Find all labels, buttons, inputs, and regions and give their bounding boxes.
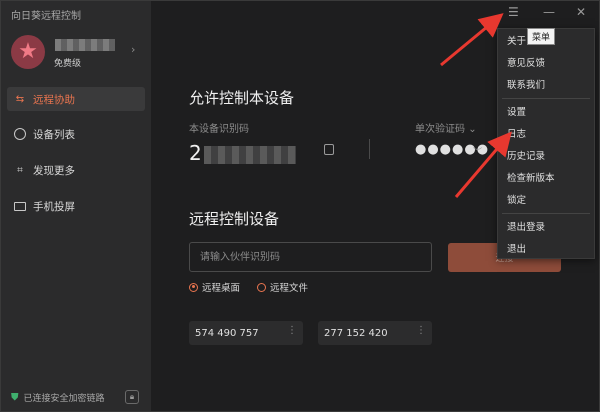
- avatar[interactable]: ★: [11, 35, 45, 69]
- radio-label: 远程桌面: [202, 283, 241, 294]
- radio-unselected-icon: [257, 282, 266, 292]
- allow-control-title: 允许控制本设备: [189, 89, 295, 107]
- minimize-button[interactable]: —: [543, 5, 555, 19]
- sidebar-item-remote-assist[interactable]: ⇆ 远程协助: [7, 87, 145, 111]
- device-id-label: 本设备识别码: [189, 124, 249, 135]
- menu-tooltip: 菜单: [527, 28, 556, 45]
- device-list-icon: [13, 127, 27, 141]
- radio-remote-file[interactable]: 远程文件: [257, 280, 308, 294]
- chevron-right-icon[interactable]: ›: [131, 43, 135, 56]
- menu-item-contact[interactable]: 联系我们: [498, 73, 594, 95]
- radio-selected-icon: [189, 282, 198, 292]
- sidebar-item-discover[interactable]: ⌗ 发现更多: [7, 158, 145, 182]
- sidebar-item-label: 设备列表: [33, 128, 75, 141]
- connection-status: ⛊ 已连接安全加密链路: [11, 391, 105, 404]
- sidebar-item-screen-cast[interactable]: 手机投屏: [7, 194, 145, 218]
- chevron-down-icon: ⌄: [468, 124, 477, 135]
- recent-device-id: 574 490 757: [195, 327, 259, 339]
- partner-id-input[interactable]: [189, 242, 432, 272]
- sidebar-item-label: 远程协助: [33, 93, 75, 106]
- discover-icon: ⌗: [17, 164, 23, 176]
- main-menu-dropdown: 关于 意见反馈 联系我们 设置 日志 历史记录 检查新版本 锁定 退出登录 退出: [497, 28, 595, 259]
- recent-device-1[interactable]: 574 490 757 ⋮: [189, 321, 303, 345]
- user-plan: 免费级: [54, 59, 82, 69]
- shield-icon: ⛊: [11, 392, 19, 403]
- lock-icon[interactable]: 🔒︎: [125, 390, 139, 404]
- menu-item-lock[interactable]: 锁定: [498, 188, 594, 210]
- eye-icon[interactable]: ︶: [473, 145, 482, 158]
- remote-control-title: 远程控制设备: [189, 210, 280, 228]
- app-title: 向日葵远程控制: [11, 11, 81, 22]
- connection-status-label: 已连接安全加密链路: [23, 394, 105, 404]
- verify-code-dropdown[interactable]: 单次验证码 ⌄: [415, 120, 477, 135]
- sidebar-item-label: 发现更多: [33, 164, 75, 177]
- menu-icon[interactable]: ☰: [508, 5, 519, 19]
- verify-code-label: 单次验证码: [415, 124, 465, 135]
- device-id-redacted: [203, 145, 296, 164]
- sidebar-item-device-list[interactable]: 设备列表: [7, 122, 145, 146]
- menu-item-logout[interactable]: 退出登录: [498, 215, 594, 237]
- recent-device-2[interactable]: 277 152 420 ⋮: [318, 321, 432, 345]
- menu-item-feedback[interactable]: 意见反馈: [498, 51, 594, 73]
- menu-item-log[interactable]: 日志: [498, 122, 594, 144]
- remote-assist-icon: ⇆: [15, 93, 25, 105]
- more-icon[interactable]: ⋮: [416, 325, 426, 336]
- more-icon[interactable]: ⋮: [287, 325, 297, 336]
- app-window: 向日葵远程控制 ★ 免费级 › ⇆ 远程协助 设备列表 ⌗ 发现更多 手机投屏 …: [0, 0, 600, 412]
- close-button[interactable]: ✕: [576, 5, 586, 19]
- menu-item-history[interactable]: 历史记录: [498, 144, 594, 166]
- divider: [369, 139, 370, 159]
- screen-cast-icon: [13, 199, 27, 213]
- copy-icon[interactable]: [324, 144, 334, 155]
- menu-divider: [502, 98, 590, 99]
- user-name-redacted: [55, 39, 115, 51]
- recent-device-id: 277 152 420: [324, 327, 388, 339]
- radio-remote-desktop[interactable]: 远程桌面: [189, 280, 240, 294]
- device-id-visible: 2: [189, 141, 202, 165]
- menu-item-exit[interactable]: 退出: [498, 237, 594, 259]
- sidebar-item-label: 手机投屏: [33, 200, 75, 213]
- device-id: 2: [189, 141, 296, 165]
- star-icon: ★: [18, 39, 38, 64]
- radio-label: 远程文件: [270, 283, 309, 294]
- menu-divider: [502, 213, 590, 214]
- menu-item-settings[interactable]: 设置: [498, 100, 594, 122]
- sidebar: 向日葵远程控制 ★ 免费级 › ⇆ 远程协助 设备列表 ⌗ 发现更多 手机投屏 …: [1, 1, 151, 411]
- menu-item-check-update[interactable]: 检查新版本: [498, 166, 594, 188]
